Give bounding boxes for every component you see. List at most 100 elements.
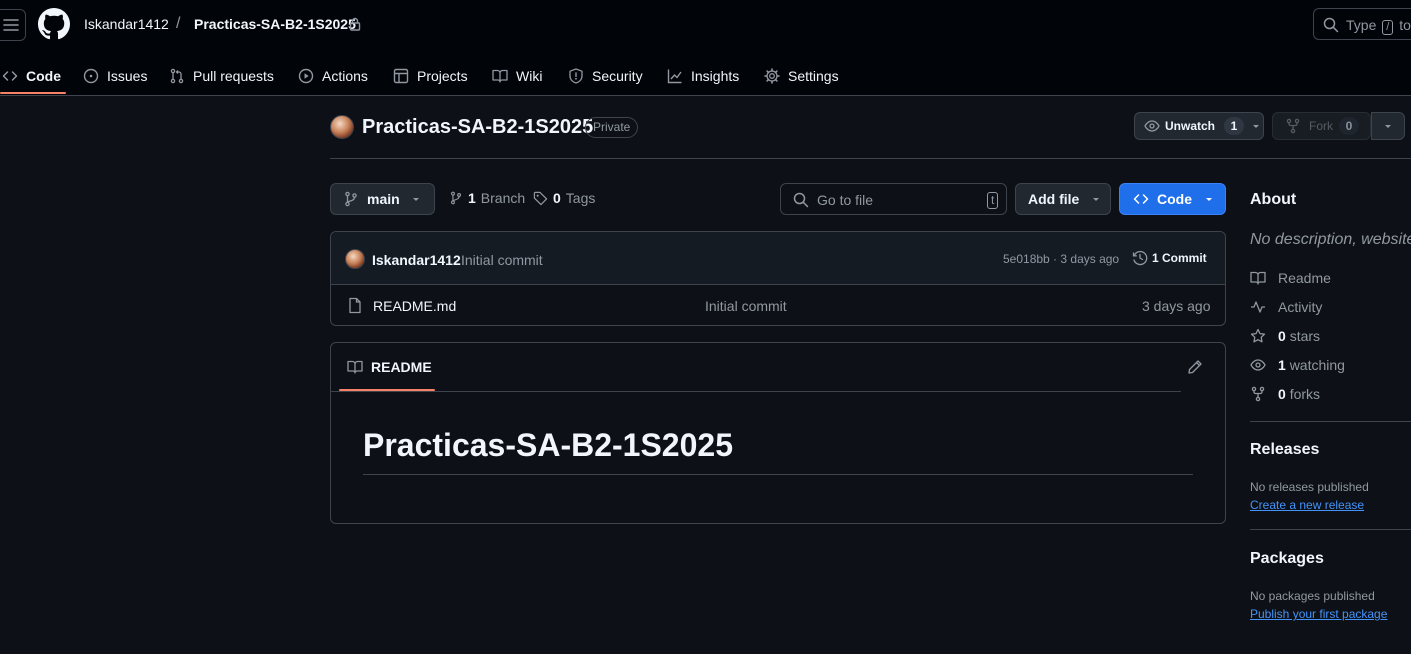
stars-count: 0 (1278, 328, 1286, 344)
sidebar-item-forks[interactable]: 0 forks (1250, 386, 1320, 402)
sidebar-item-label: stars (1289, 328, 1321, 344)
branch-selector[interactable]: main (330, 183, 435, 215)
tab-projects-label: Projects (417, 68, 468, 84)
sidebar-item-label: watching (1289, 357, 1345, 373)
code-button[interactable]: Code (1119, 183, 1226, 215)
tab-insights[interactable]: Insights (667, 56, 739, 96)
watching-count: 1 (1278, 357, 1286, 373)
readme-panel: README Practicas-SA-B2-1S2025 (330, 342, 1226, 524)
tab-wiki[interactable]: Wiki (492, 56, 542, 96)
eye-icon (1144, 120, 1160, 132)
branch-icon (450, 191, 462, 205)
search-placeholder: Type / to (1346, 17, 1411, 35)
lock-icon (349, 17, 361, 31)
unwatch-button[interactable]: Unwatch 1 (1134, 112, 1264, 140)
history-icon (1132, 250, 1148, 266)
fork-icon (1286, 118, 1300, 134)
global-search-input[interactable]: Type / to (1313, 8, 1411, 40)
tab-insights-label: Insights (691, 68, 740, 84)
gear-icon (764, 68, 780, 84)
sidebar-item-watching[interactable]: 1 watching (1250, 357, 1345, 373)
star-icon (1250, 328, 1266, 343)
visibility-badge: Private (585, 117, 639, 138)
hamburger-icon (3, 19, 19, 31)
search-prefix: Type (1346, 17, 1377, 33)
tab-settings-label: Settings (788, 68, 839, 84)
code-icon (2, 71, 18, 81)
fork-button[interactable]: Fork 0 (1272, 112, 1371, 140)
tab-code[interactable]: Code (2, 56, 61, 96)
commit-message[interactable]: Initial commit (461, 252, 543, 268)
shield-icon (569, 68, 583, 84)
create-release-link[interactable]: Create a new release (1250, 498, 1364, 512)
tab-settings[interactable]: Settings (764, 56, 839, 96)
go-to-file-input[interactable]: Go to file t (780, 183, 1007, 215)
tags-link[interactable]: 0 Tags (533, 190, 595, 206)
go-to-file-placeholder: Go to file (817, 192, 874, 208)
tab-actions[interactable]: Actions (298, 56, 368, 96)
fork-dropdown-button[interactable] (1371, 112, 1405, 140)
add-file-button[interactable]: Add file (1015, 183, 1111, 215)
sidebar-item-activity[interactable]: Activity (1250, 299, 1322, 315)
search-icon (1323, 17, 1339, 33)
readme-tab[interactable]: README (347, 359, 432, 375)
repo-title[interactable]: Practicas-SA-B2-1S2025 (362, 116, 593, 139)
tag-icon (533, 191, 548, 205)
tab-issues[interactable]: Issues (83, 56, 147, 96)
file-commit-time: 3 days ago (1142, 298, 1211, 314)
chevron-down-icon (1206, 198, 1212, 201)
releases-heading[interactable]: Releases (1250, 441, 1319, 459)
sidebar-item-label: Readme (1278, 270, 1331, 286)
file-commit-message[interactable]: Initial commit (705, 298, 787, 314)
eye-icon (1250, 359, 1266, 371)
pencil-icon[interactable] (1187, 359, 1203, 375)
sidebar-item-readme[interactable]: Readme (1250, 270, 1331, 286)
publish-package-link[interactable]: Publish your first package (1250, 607, 1387, 621)
tab-pull-requests[interactable]: Pull requests (169, 56, 274, 96)
commit-sha-time[interactable]: 5e018bb · 3 days ago (1003, 252, 1119, 266)
global-header: Iskandar1412 / Practicas-SA-B2-1S2025 Ty… (0, 0, 1411, 96)
sidebar-divider (1250, 421, 1411, 422)
commit-author[interactable]: Iskandar1412 (372, 252, 461, 268)
book-icon (492, 69, 508, 83)
owner-avatar[interactable] (330, 115, 354, 139)
commit-author-avatar[interactable] (345, 249, 365, 269)
watch-count: 1 (1224, 117, 1245, 135)
branch-icon (345, 191, 357, 207)
sidebar-divider (1250, 529, 1411, 530)
file-row[interactable]: README.md Initial commit 3 days ago (331, 285, 1225, 325)
github-logo-icon[interactable] (38, 8, 70, 40)
tab-wiki-label: Wiki (516, 68, 543, 84)
search-icon (793, 192, 809, 208)
chevron-down-icon (1093, 198, 1100, 201)
sidebar-item-stars[interactable]: 0 stars (1250, 328, 1320, 344)
latest-commit-row: Iskandar1412 Initial commit 5e018bb · 3 … (331, 232, 1225, 285)
tab-security[interactable]: Security (568, 56, 643, 96)
pulse-icon (1251, 301, 1265, 313)
readme-header-divider (331, 391, 1181, 392)
fork-label: Fork (1309, 119, 1333, 133)
readme-tab-label: README (371, 359, 432, 375)
file-icon (349, 297, 361, 314)
file-name[interactable]: README.md (373, 298, 456, 314)
play-icon (298, 68, 314, 84)
tag-count: 0 (553, 190, 561, 206)
repo-name-link[interactable]: Practicas-SA-B2-1S2025 (194, 16, 356, 32)
tab-code-label: Code (26, 68, 61, 84)
issue-icon (83, 68, 99, 84)
about-description: No description, website, (1250, 231, 1411, 248)
owner-link[interactable]: Iskandar1412 (84, 16, 169, 32)
branches-link[interactable]: 1 Branch (449, 190, 525, 206)
tab-projects[interactable]: Projects (393, 56, 468, 96)
packages-heading[interactable]: Packages (1250, 550, 1324, 568)
packages-empty-text: No packages published (1250, 589, 1375, 603)
code-icon (1133, 194, 1149, 204)
title-divider (330, 158, 1411, 159)
commits-link[interactable]: 1 Commit (1132, 250, 1207, 266)
book-icon (347, 360, 363, 374)
fork-count: 0 (1339, 117, 1359, 135)
sidebar-item-label: forks (1289, 386, 1321, 402)
tab-issues-label: Issues (107, 68, 148, 84)
menu-button[interactable] (0, 9, 26, 41)
go-to-file-shortcut: t (987, 192, 999, 209)
